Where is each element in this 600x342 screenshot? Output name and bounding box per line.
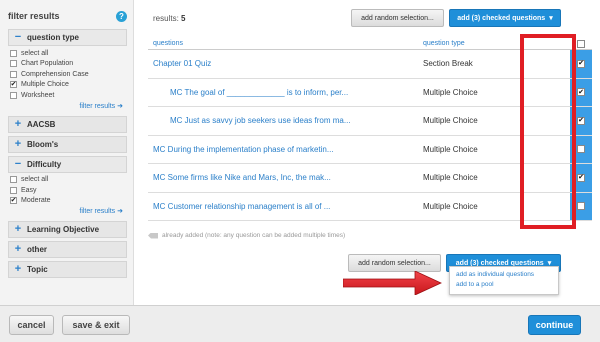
option-moderate[interactable]: Moderate	[8, 196, 127, 207]
option-select-all[interactable]: select all	[8, 48, 127, 59]
add-random-selection-button-bottom[interactable]: add random selection...	[348, 254, 441, 272]
question-link[interactable]: MC Customer relationship management is a…	[148, 202, 423, 211]
option-label: Multiple Choice	[21, 81, 69, 89]
footer-bar: cancel save & exit continue	[0, 305, 600, 342]
facet-label: Bloom's	[27, 139, 59, 149]
facet-label: question type	[27, 33, 80, 42]
option-label: select all	[21, 176, 49, 184]
collapse-icon: −	[14, 31, 22, 43]
results-count: results: 5	[153, 14, 185, 23]
question-link[interactable]: MC Some firms like Nike and Mars, Inc, t…	[148, 173, 423, 182]
option-label: Worksheet	[21, 91, 55, 99]
facet-label: Topic	[27, 265, 48, 274]
question-link[interactable]: Chapter 01 Quiz	[148, 59, 423, 68]
already-added-text: already added (note: any question can be…	[162, 232, 346, 239]
select-all-checkbox[interactable]	[577, 39, 585, 48]
sidebar-title: filter results	[8, 11, 60, 21]
highlight-box	[520, 34, 576, 229]
sidebar-header: filter results ?	[8, 6, 127, 26]
continue-button[interactable]: continue	[528, 315, 581, 335]
option-label: Easy	[21, 186, 37, 194]
question-type-options: select all Chart Population Comprehensio…	[8, 46, 127, 101]
facet-other[interactable]: + other	[8, 241, 127, 258]
filter-results-link[interactable]: filter results ➜	[8, 206, 127, 218]
arrow-right-icon: ➜	[117, 102, 123, 110]
red-arrow-icon	[343, 271, 442, 295]
row-checkbox-checked[interactable]	[577, 173, 585, 182]
expand-icon: +	[14, 243, 22, 255]
option-chart-population[interactable]: Chart Population	[8, 59, 127, 70]
add-checked-questions-button[interactable]: add (3) checked questions ▾	[449, 9, 561, 27]
option-multiple-choice[interactable]: Multiple Choice	[8, 80, 127, 91]
expand-icon: +	[14, 263, 22, 275]
checkbox[interactable]	[10, 49, 17, 57]
arrow-right-icon: ➜	[117, 208, 123, 215]
option-select-all[interactable]: select all	[8, 175, 127, 186]
tag-icon	[148, 232, 158, 239]
checkbox[interactable]	[10, 186, 17, 194]
facet-label: Difficulty	[27, 159, 62, 169]
option-label: Comprehension Case	[21, 70, 89, 78]
menu-item-add-to-pool[interactable]: add to a pool	[456, 280, 552, 290]
help-icon[interactable]: ?	[116, 10, 127, 22]
checkbox-checked[interactable]	[10, 197, 17, 205]
filter-link-label: filter results	[79, 208, 116, 215]
expand-icon: +	[14, 137, 22, 150]
save-exit-button[interactable]: save & exit	[62, 315, 130, 335]
option-easy[interactable]: Easy	[8, 185, 127, 196]
facet-learning-objective[interactable]: + Learning Objective	[8, 221, 127, 238]
difficulty-options: select all Easy Moderate	[8, 173, 127, 207]
results-label: results:	[153, 14, 179, 23]
question-link[interactable]: MC Just as savvy job seekers use ideas f…	[148, 116, 423, 125]
column-header-questions[interactable]: questions	[148, 40, 423, 47]
filter-results-link[interactable]: filter results ➜	[8, 101, 127, 113]
question-link[interactable]: MC The goal of _____________ is to infor…	[148, 88, 423, 97]
row-checkbox-checked[interactable]	[577, 59, 585, 68]
checkbox[interactable]	[10, 60, 17, 68]
option-worksheet[interactable]: Worksheet	[8, 90, 127, 101]
collapse-icon: −	[14, 157, 22, 170]
row-checkbox[interactable]	[577, 202, 585, 211]
facet-question-type[interactable]: − question type	[8, 29, 127, 46]
already-added-note: already added (note: any question can be…	[148, 232, 345, 239]
expand-icon: +	[14, 117, 22, 130]
checkbox-checked[interactable]	[10, 81, 17, 89]
facet-aacsb[interactable]: + AACSB	[8, 115, 127, 133]
checkbox[interactable]	[10, 91, 17, 99]
checkbox[interactable]	[10, 70, 17, 78]
row-checkbox-checked[interactable]	[577, 116, 585, 125]
row-checkbox[interactable]	[577, 145, 585, 154]
facet-label: other	[27, 245, 47, 254]
option-label: select all	[21, 49, 49, 57]
filter-link-label: filter results	[79, 102, 116, 110]
facet-label: AACSB	[27, 119, 56, 129]
facet-difficulty[interactable]: − Difficulty	[8, 155, 127, 173]
option-label: Chart Population	[21, 60, 74, 68]
expand-icon: +	[14, 223, 22, 235]
facet-label: Learning Objective	[27, 225, 100, 234]
checkbox[interactable]	[10, 176, 17, 184]
menu-item-add-individual[interactable]: add as individual questions	[456, 270, 552, 280]
option-label: Moderate	[21, 197, 51, 205]
add-random-selection-button[interactable]: add random selection...	[351, 9, 444, 27]
facet-topic[interactable]: + Topic	[8, 261, 127, 278]
chevron-down-icon: ▾	[549, 15, 553, 22]
add-options-dropdown: add as individual questions add to a poo…	[449, 266, 559, 295]
question-link[interactable]: MC During the implementation phase of ma…	[148, 145, 423, 154]
cancel-button[interactable]: cancel	[9, 315, 54, 335]
filter-sidebar: filter results ? − question type select …	[0, 0, 134, 305]
row-checkbox-checked[interactable]	[577, 88, 585, 97]
facet-blooms[interactable]: + Bloom's	[8, 135, 127, 153]
results-number: 5	[181, 14, 186, 23]
button-label: add (3) checked questions	[457, 14, 546, 22]
option-comprehension-case[interactable]: Comprehension Case	[8, 69, 127, 80]
